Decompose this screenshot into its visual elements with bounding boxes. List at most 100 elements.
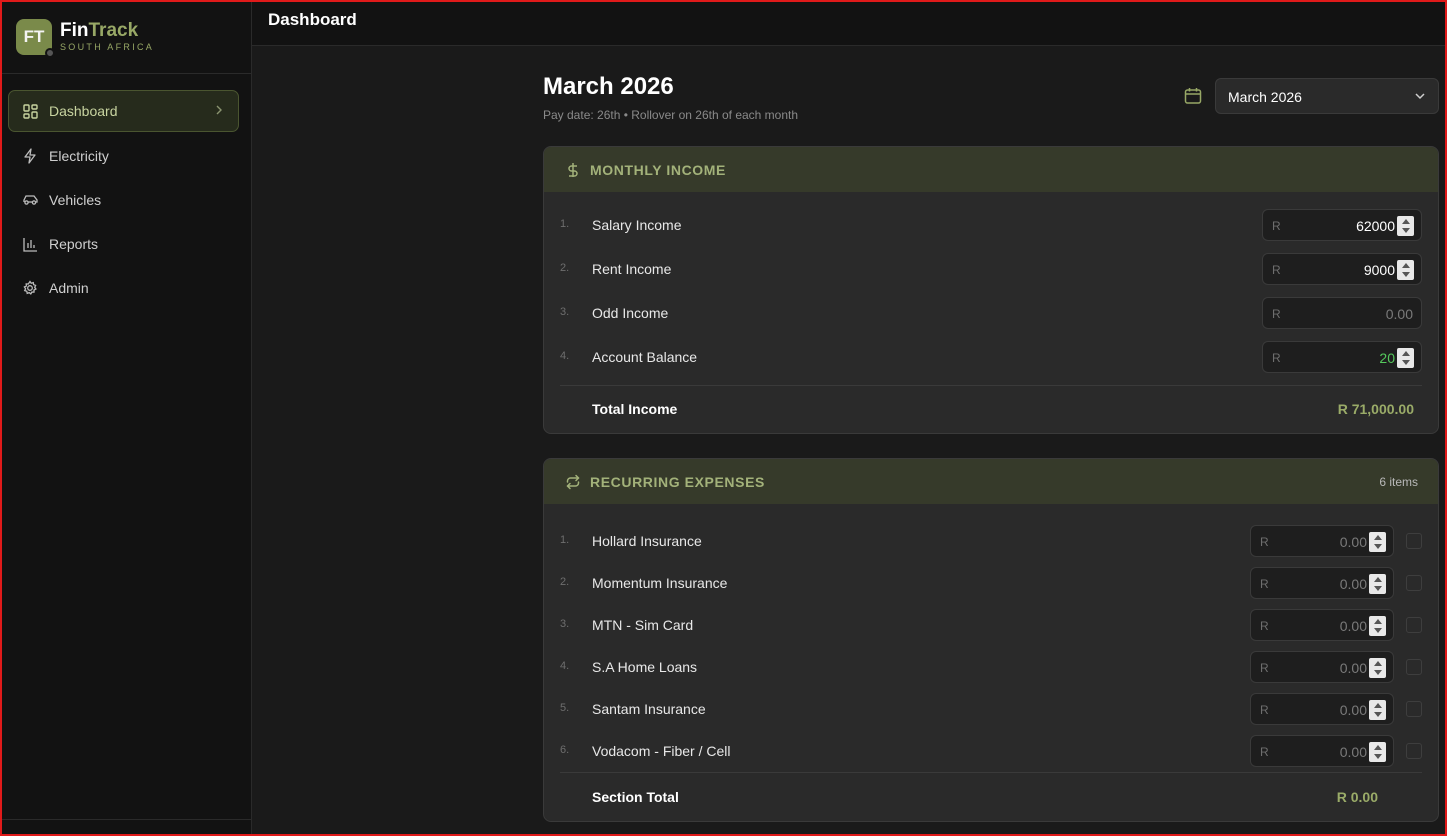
number-stepper-icon[interactable]: [1369, 574, 1386, 594]
amount-input[interactable]: R 0.00: [1250, 735, 1394, 767]
row-number: 4.: [560, 660, 570, 672]
item-count: 6 items: [1379, 474, 1418, 489]
app-logo[interactable]: FT: [16, 18, 55, 58]
row-number: 1.: [560, 534, 570, 546]
amount-input[interactable]: R 62000: [1262, 209, 1422, 241]
sidebar: FT FinTrack SOUTH AFRICA Dashboard Elect…: [0, 0, 252, 836]
monthly-income-header: MONTHLY INCOME: [544, 147, 1438, 192]
row-label: Hollard Insurance: [592, 533, 702, 549]
calendar-icon: [1184, 88, 1202, 104]
sidebar-item-reports[interactable]: Reports: [8, 224, 239, 264]
brand: FT FinTrack SOUTH AFRICA: [0, 0, 251, 74]
number-stepper-icon[interactable]: [1369, 658, 1386, 678]
amount-placeholder: 0.00: [1339, 576, 1367, 592]
sidebar-item-label: Vehicles: [49, 192, 102, 208]
number-stepper-icon[interactable]: [1397, 348, 1414, 368]
row-label: Rent Income: [592, 261, 672, 277]
sidebar-divider: [0, 819, 251, 820]
amount-placeholder: 0.00: [1339, 744, 1367, 760]
currency-prefix: R: [1260, 577, 1269, 591]
recurring-expenses-header: RECURRING EXPENSES 6 items: [544, 459, 1438, 504]
amount-value: 20: [1379, 350, 1395, 366]
currency-prefix: R: [1272, 351, 1281, 365]
expense-row: 3. MTN - Sim Card R 0.00: [560, 609, 1438, 641]
row-label: Salary Income: [592, 217, 682, 233]
expense-row: 4. S.A Home Loans R 0.00: [560, 651, 1438, 683]
row-number: 4.: [560, 350, 570, 362]
amount-input[interactable]: R 9000: [1262, 253, 1422, 285]
amount-value: 62000: [1356, 218, 1395, 234]
total-income-value: R 71,000.00: [1337, 401, 1414, 417]
amount-input[interactable]: R 0.00: [1250, 651, 1394, 683]
amount-placeholder: 0.00: [1339, 618, 1367, 634]
row-number: 5.: [560, 702, 570, 714]
row-number: 2.: [560, 262, 570, 274]
income-row: 1. Salary Income R 62000: [560, 209, 1438, 241]
expense-row: 6. Vodacom - Fiber / Cell R 0.00: [560, 735, 1438, 767]
amount-input[interactable]: R 0.00: [1262, 297, 1422, 329]
number-stepper-icon[interactable]: [1369, 532, 1386, 552]
paid-checkbox[interactable]: [1406, 659, 1422, 675]
repeat-icon: [564, 473, 582, 491]
paid-checkbox[interactable]: [1406, 617, 1422, 633]
row-label: MTN - Sim Card: [592, 617, 694, 633]
paid-checkbox[interactable]: [1406, 701, 1422, 717]
currency-prefix: R: [1272, 219, 1281, 233]
amount-input[interactable]: R 0.00: [1250, 525, 1394, 557]
month-select[interactable]: March 2026: [1215, 78, 1439, 114]
amount-value: 9000: [1363, 262, 1395, 278]
sidebar-nav: Dashboard Electricity Vehicles Reports A…: [0, 74, 251, 308]
amount-input[interactable]: R 0.00: [1250, 567, 1394, 599]
amount-input[interactable]: R 0.00: [1250, 693, 1394, 725]
divider: [560, 385, 1422, 386]
chevron-down-icon: [1415, 93, 1425, 100]
page-title: March 2026: [543, 73, 674, 100]
row-label: S.A Home Loans: [592, 659, 698, 675]
status-dot-icon: [45, 47, 55, 58]
top-bar: Dashboard: [252, 0, 1447, 46]
number-stepper-icon[interactable]: [1369, 742, 1386, 762]
amount-placeholder: 0.00: [1339, 534, 1367, 550]
row-label: Vodacom - Fiber / Cell: [592, 743, 731, 759]
number-stepper-icon[interactable]: [1369, 616, 1386, 636]
section-total-value: R 0.00: [1336, 789, 1378, 805]
income-row: 4. Account Balance R 20: [560, 341, 1438, 373]
expense-row: 2. Momentum Insurance R 0.00: [560, 567, 1438, 599]
bar-chart-icon: [21, 235, 39, 253]
row-label: Santam Insurance: [592, 701, 706, 717]
paid-checkbox[interactable]: [1406, 743, 1422, 759]
row-number: 3.: [560, 618, 570, 630]
row-label: Account Balance: [592, 349, 698, 365]
sidebar-item-dashboard[interactable]: Dashboard: [8, 90, 239, 132]
number-stepper-icon[interactable]: [1369, 700, 1386, 720]
amount-input[interactable]: R 0.00: [1250, 609, 1394, 641]
section-total-label: Section Total: [592, 789, 679, 805]
amount-placeholder: 0.00: [1339, 702, 1367, 718]
card-title: RECURRING EXPENSES: [590, 473, 765, 490]
dollar-icon: [564, 161, 582, 179]
header-title: Dashboard: [268, 10, 357, 29]
paid-checkbox[interactable]: [1406, 533, 1422, 549]
number-stepper-icon[interactable]: [1397, 216, 1414, 236]
amount-input[interactable]: R 20: [1262, 341, 1422, 373]
sidebar-item-label: Dashboard: [49, 103, 118, 119]
row-number: 6.: [560, 744, 570, 756]
car-icon: [21, 191, 39, 209]
lightning-icon: [21, 147, 39, 165]
sidebar-item-vehicles[interactable]: Vehicles: [8, 180, 239, 220]
number-stepper-icon[interactable]: [1397, 260, 1414, 280]
currency-prefix: R: [1260, 619, 1269, 633]
row-number: 1.: [560, 218, 570, 230]
paid-checkbox[interactable]: [1406, 575, 1422, 591]
currency-prefix: R: [1260, 703, 1269, 717]
monthly-income-card: MONTHLY INCOME 1. Salary Income R 62000 …: [543, 146, 1439, 434]
row-label: Odd Income: [592, 305, 669, 321]
chevron-right-icon: [216, 105, 222, 115]
gear-icon: [21, 279, 39, 297]
expense-row: 1. Hollard Insurance R 0.00: [560, 525, 1438, 557]
currency-prefix: R: [1272, 263, 1281, 277]
sidebar-item-electricity[interactable]: Electricity: [8, 136, 239, 176]
sidebar-item-admin[interactable]: Admin: [8, 268, 239, 308]
currency-prefix: R: [1260, 535, 1269, 549]
month-select-value: March 2026: [1228, 89, 1302, 105]
